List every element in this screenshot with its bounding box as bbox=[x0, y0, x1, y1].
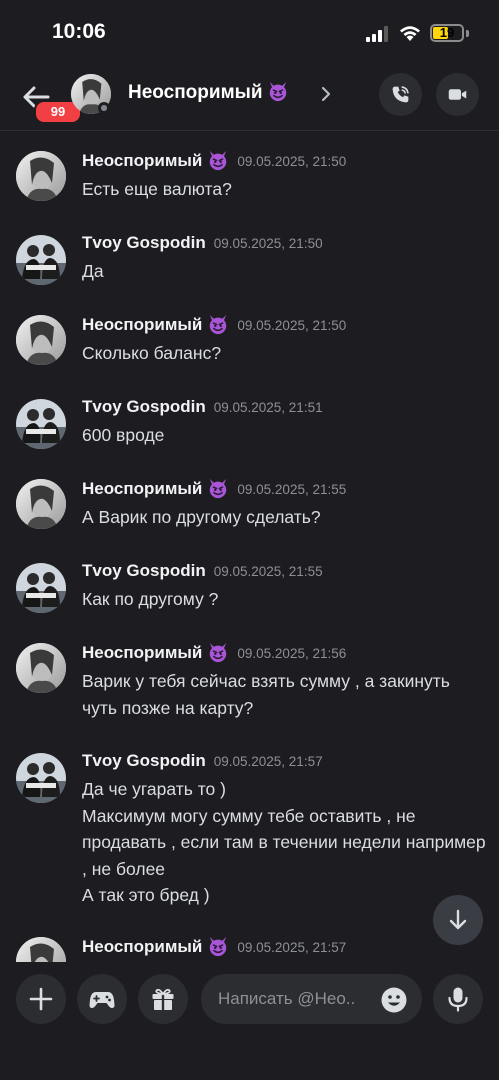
emoji-icon[interactable] bbox=[380, 986, 408, 1014]
message-author[interactable]: Неоспоримый bbox=[82, 643, 202, 662]
message-timestamp: 09.05.2025, 21:50 bbox=[237, 318, 347, 333]
message-timestamp: 09.05.2025, 21:50 bbox=[213, 236, 323, 251]
message-text: Да bbox=[82, 261, 104, 281]
message-text: Сколько баланс? bbox=[82, 343, 222, 363]
signal-icon bbox=[366, 26, 388, 42]
video-camera-icon bbox=[448, 89, 467, 100]
message-input[interactable]: Написать @Нео.. bbox=[201, 974, 422, 1024]
chevron-right-icon[interactable] bbox=[320, 85, 332, 103]
chat-header: 99 Неоспоримый bbox=[0, 64, 499, 131]
message-header: Неоспоримый 09.05.2025, 21:50 bbox=[82, 315, 346, 335]
message-text: Есть еще валюта? bbox=[82, 179, 232, 199]
avatar[interactable] bbox=[16, 937, 66, 962]
add-attachment-button[interactable] bbox=[16, 974, 66, 1024]
message-text: А Варик по другому сделать? bbox=[82, 507, 321, 527]
message-input-placeholder: Написать @Нео.. bbox=[218, 989, 356, 1008]
avatar[interactable] bbox=[16, 399, 66, 449]
status-indicator bbox=[98, 102, 110, 114]
avatar[interactable] bbox=[16, 643, 66, 693]
status-time: 10:06 bbox=[52, 20, 106, 43]
avatar[interactable] bbox=[16, 315, 66, 365]
avatar[interactable] bbox=[16, 151, 66, 201]
status-bar: 10:06 19 bbox=[0, 0, 499, 64]
message-header: Tvoy Gospodin 09.05.2025, 21:57 bbox=[82, 751, 323, 771]
plus-icon bbox=[29, 987, 53, 1011]
message-header: Неоспоримый 09.05.2025, 21:56 bbox=[82, 643, 346, 663]
message-author[interactable]: Tvoy Gospodin bbox=[82, 397, 206, 416]
message-timestamp: 09.05.2025, 21:57 bbox=[213, 754, 323, 769]
message-timestamp: 09.05.2025, 21:57 bbox=[237, 940, 347, 955]
voice-call-button[interactable] bbox=[379, 73, 422, 116]
message-author[interactable]: Неоспоримый bbox=[82, 315, 202, 334]
message-author[interactable]: Tvoy Gospodin bbox=[82, 233, 206, 252]
video-call-button[interactable] bbox=[436, 73, 479, 116]
message-author[interactable]: Неоспоримый bbox=[82, 479, 202, 498]
message-header: Tvoy Gospodin 09.05.2025, 21:51 bbox=[82, 397, 323, 417]
arrow-down-icon bbox=[449, 909, 467, 930]
smiling-imp-icon bbox=[207, 935, 229, 957]
battery-icon: 19 bbox=[430, 24, 464, 42]
contact-name-text: Неоспоримый bbox=[128, 82, 263, 103]
message-composer: Написать @Нео.. bbox=[0, 962, 499, 1080]
message-header: Неоспоримый 09.05.2025, 21:50 bbox=[82, 151, 346, 171]
wifi-icon bbox=[400, 26, 420, 41]
message-author[interactable]: Tvoy Gospodin bbox=[82, 751, 206, 770]
message-timestamp: 09.05.2025, 21:50 bbox=[237, 154, 347, 169]
gift-button[interactable] bbox=[138, 974, 188, 1024]
message-author[interactable]: Неоспоримый bbox=[82, 151, 202, 170]
message-header: Неоспоримый 09.05.2025, 21:55 bbox=[82, 479, 346, 499]
avatar[interactable] bbox=[16, 235, 66, 285]
message-text: Варик у тебя сейчас взять сумму , а заки… bbox=[82, 671, 450, 718]
phone-call-icon bbox=[392, 86, 409, 103]
message-header: Неоспоримый 09.05.2025, 21:57 bbox=[82, 937, 346, 957]
smiling-imp-icon bbox=[267, 80, 289, 102]
voice-message-button[interactable] bbox=[433, 974, 483, 1024]
avatar[interactable] bbox=[16, 479, 66, 529]
message-header: Tvoy Gospodin 09.05.2025, 21:50 bbox=[82, 233, 323, 253]
scroll-to-bottom-button[interactable] bbox=[433, 895, 483, 945]
message-list[interactable]: Неоспоримый 09.05.2025, 21:50 Есть еще ва… bbox=[0, 131, 499, 962]
message-text: 600 вроде bbox=[82, 425, 165, 445]
microphone-icon bbox=[448, 987, 468, 1012]
smiling-imp-icon bbox=[207, 149, 229, 171]
smiling-imp-icon bbox=[207, 477, 229, 499]
activities-button[interactable] bbox=[77, 974, 127, 1024]
message-timestamp: 09.05.2025, 21:56 bbox=[237, 646, 347, 661]
battery-level: 19 bbox=[439, 25, 455, 40]
message-header: Tvoy Gospodin 09.05.2025, 21:55 bbox=[82, 561, 323, 581]
gamepad-icon bbox=[89, 992, 115, 1008]
contact-name[interactable]: Неоспоримый bbox=[128, 82, 289, 104]
avatar[interactable] bbox=[16, 563, 66, 613]
message-timestamp: 09.05.2025, 21:51 bbox=[213, 400, 323, 415]
smiling-imp-icon bbox=[207, 641, 229, 663]
message-timestamp: 09.05.2025, 21:55 bbox=[213, 564, 323, 579]
message-author[interactable]: Tvoy Gospodin bbox=[82, 561, 206, 580]
message-text: Как по другому ? bbox=[82, 589, 219, 609]
battery-tip bbox=[466, 30, 469, 37]
message-text: Да че угарать то ) Максимум могу сумму т… bbox=[82, 779, 486, 905]
avatar[interactable] bbox=[16, 753, 66, 803]
message-timestamp: 09.05.2025, 21:55 bbox=[237, 482, 347, 497]
message-author[interactable]: Неоспоримый bbox=[82, 937, 202, 956]
smiling-imp-icon bbox=[207, 313, 229, 335]
gift-icon bbox=[152, 988, 174, 1010]
